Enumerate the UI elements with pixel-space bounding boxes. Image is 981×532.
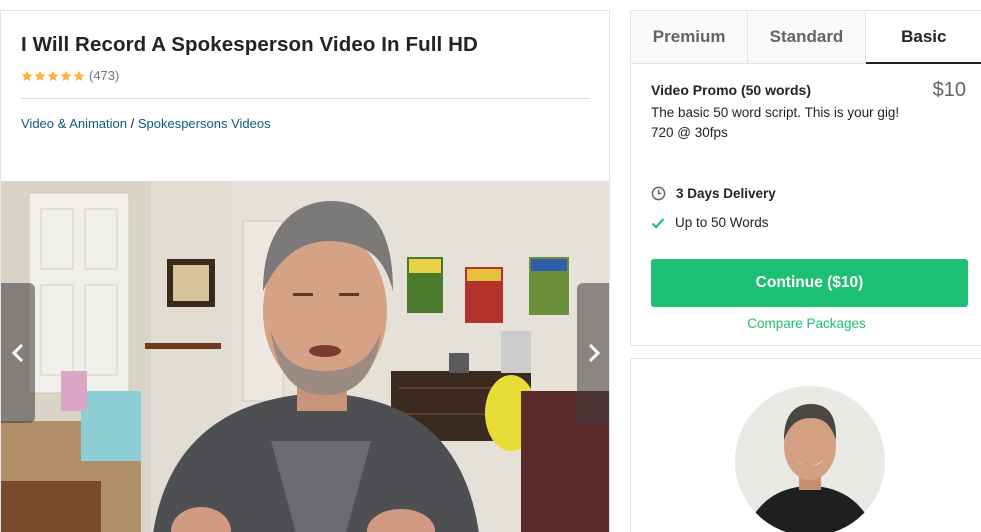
star-icon <box>73 70 85 81</box>
package-name: Video Promo (50 words) <box>651 82 811 98</box>
clock-icon <box>651 186 666 201</box>
continue-button[interactable]: Continue ($10) <box>651 259 968 307</box>
chevron-left-icon <box>11 343 24 363</box>
package-tabs: Premium Standard Basic <box>631 11 981 64</box>
divider <box>21 98 590 99</box>
gig-video-gallery[interactable] <box>1 181 609 532</box>
gig-rating: (473) <box>21 68 119 83</box>
check-icon <box>651 217 665 229</box>
star-rating <box>21 70 85 82</box>
breadcrumb-category-link[interactable]: Video & Animation <box>21 116 127 131</box>
chevron-right-icon <box>588 343 601 363</box>
package-feature: Up to 50 Words <box>651 215 769 230</box>
video-frame-image <box>1 181 609 532</box>
package-price: $10 <box>932 79 966 101</box>
breadcrumb-subcategory-link[interactable]: Spokespersons Videos <box>138 116 271 131</box>
star-icon <box>47 70 59 81</box>
tab-premium[interactable]: Premium <box>631 11 749 63</box>
gig-title: I Will Record A Spokesperson Video In Fu… <box>21 33 478 56</box>
star-icon <box>34 70 46 81</box>
tab-standard[interactable]: Standard <box>748 11 866 63</box>
rating-count[interactable]: (473) <box>89 68 119 83</box>
gallery-prev-button[interactable] <box>1 283 35 423</box>
package-panel: Premium Standard Basic Video Promo (50 w… <box>630 10 981 346</box>
breadcrumb-separator: / <box>127 116 138 131</box>
breadcrumb: Video & Animation / Spokespersons Videos <box>21 116 271 131</box>
gallery-next-button[interactable] <box>577 283 609 423</box>
star-icon <box>21 70 33 81</box>
delivery-time: 3 Days Delivery <box>651 186 776 201</box>
avatar[interactable] <box>735 386 885 532</box>
seller-card <box>630 358 981 532</box>
tab-basic[interactable]: Basic <box>865 11 981 64</box>
compare-packages-link[interactable]: Compare Packages <box>631 316 981 331</box>
gig-overview: I Will Record A Spokesperson Video In Fu… <box>0 10 610 532</box>
package-description: The basic 50 word script. This is your g… <box>651 105 900 140</box>
feature-label: Up to 50 Words <box>675 215 769 230</box>
delivery-label: 3 Days Delivery <box>676 186 776 201</box>
star-icon <box>60 70 72 81</box>
seller-photo <box>735 386 885 532</box>
